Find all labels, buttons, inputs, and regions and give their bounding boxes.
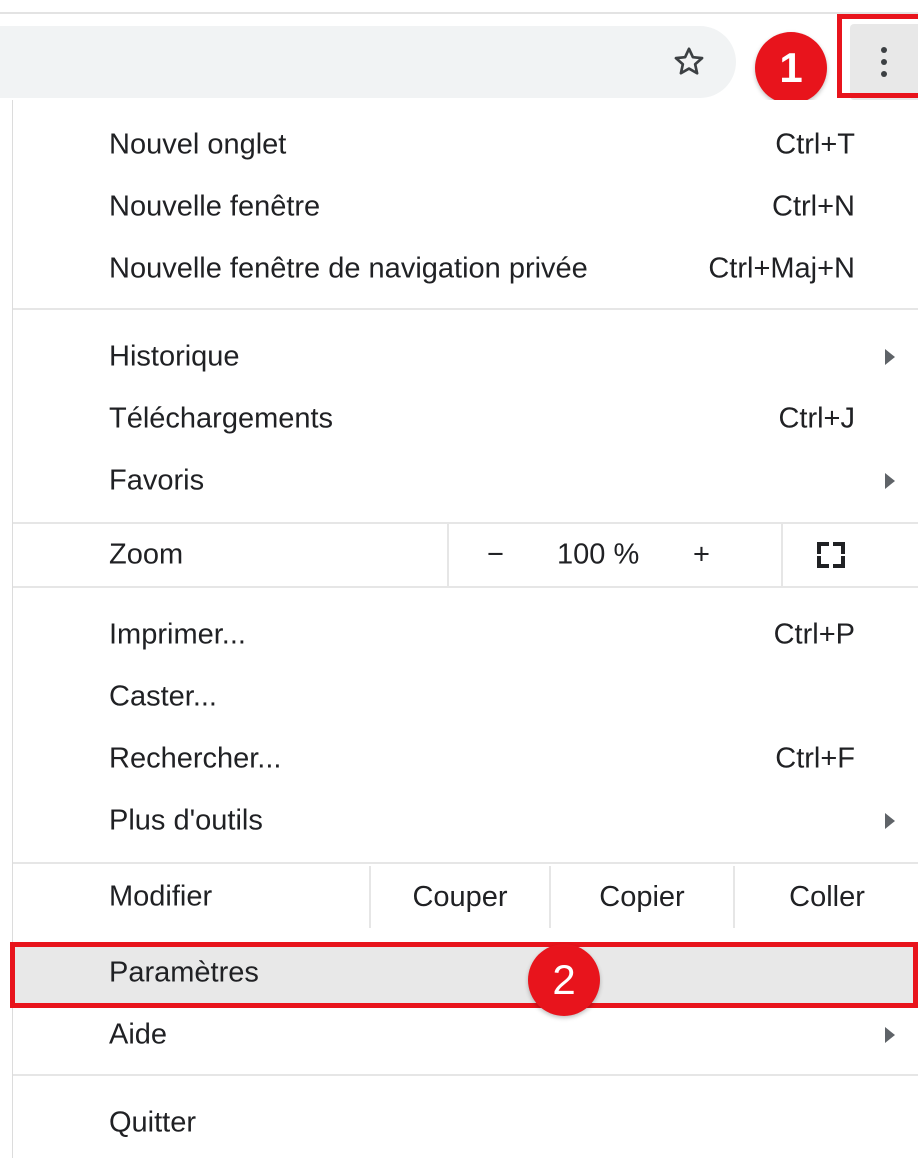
cut-button-label: Couper (412, 880, 508, 913)
annotation-highlight-menu-button (837, 14, 918, 98)
zoom-in-button[interactable]: + (693, 539, 710, 572)
menu-item-incognito-window[interactable]: Nouvelle fenêtre de navigation privée Ct… (13, 238, 918, 300)
menu-item-label: Nouvelle fenêtre (109, 190, 321, 223)
menu-item-label: Caster... (109, 680, 217, 713)
menu-separator (13, 586, 918, 588)
menu-item-new-window[interactable]: Nouvelle fenêtre Ctrl+N (13, 176, 918, 238)
submenu-arrow-icon (885, 473, 895, 489)
star-outline-icon[interactable] (667, 40, 711, 84)
menu-item-label: Nouvel onglet (109, 128, 287, 161)
address-bar[interactable] (0, 26, 736, 98)
zoom-divider (781, 524, 783, 586)
menu-item-more-tools[interactable]: Plus d'outils (13, 790, 918, 852)
menu-separator (13, 862, 918, 864)
menu-item-label: Favoris (109, 464, 205, 497)
menu-separator (13, 308, 918, 310)
menu-item-label: Imprimer... (109, 618, 246, 651)
menu-item-shortcut: Ctrl+Maj+N (708, 252, 855, 285)
edit-label: Modifier (109, 880, 213, 913)
copy-button-label: Copier (599, 880, 685, 913)
menu-item-new-tab[interactable]: Nouvel onglet Ctrl+T (13, 114, 918, 176)
toolbar-top-border (0, 12, 918, 14)
menu-item-label: Quitter (109, 1106, 197, 1139)
menu-separator (13, 1074, 918, 1076)
submenu-arrow-icon (885, 813, 895, 829)
zoom-out-button[interactable]: − (487, 539, 504, 572)
menu-item-shortcut: Ctrl+J (778, 402, 855, 435)
fullscreen-icon[interactable] (817, 542, 845, 568)
annotation-badge-2: 2 (528, 944, 600, 1016)
submenu-arrow-icon (885, 1027, 895, 1043)
cut-button[interactable]: Couper (371, 866, 549, 928)
paste-button[interactable]: Coller (735, 866, 918, 928)
menu-item-history[interactable]: Historique (13, 326, 918, 388)
menu-item-quit[interactable]: Quitter (13, 1092, 918, 1154)
zoom-label: Zoom (109, 538, 184, 571)
menu-item-find[interactable]: Rechercher... Ctrl+F (13, 728, 918, 790)
menu-item-label: Téléchargements (109, 402, 334, 435)
menu-item-bookmarks[interactable]: Favoris (13, 450, 918, 512)
menu-item-shortcut: Ctrl+T (775, 128, 855, 161)
menu-item-print[interactable]: Imprimer... Ctrl+P (13, 604, 918, 666)
menu-item-label: Nouvelle fenêtre de navigation privée (109, 252, 588, 285)
zoom-divider (447, 524, 449, 586)
menu-item-cast[interactable]: Caster... (13, 666, 918, 728)
menu-item-downloads[interactable]: Téléchargements Ctrl+J (13, 388, 918, 450)
menu-item-label: Aide (109, 1018, 168, 1051)
menu-item-shortcut: Ctrl+N (772, 190, 855, 223)
menu-item-help[interactable]: Aide (13, 1004, 918, 1066)
menu-item-label: Plus d'outils (109, 804, 263, 837)
submenu-arrow-icon (885, 349, 895, 365)
annotation-badge-1: 1 (755, 32, 827, 104)
annotation-highlight-settings (10, 942, 918, 1008)
menu-row-zoom: Zoom − 100 % + (13, 524, 918, 586)
menu-item-label: Rechercher... (109, 742, 282, 775)
paste-button-label: Coller (789, 880, 865, 913)
menu-item-shortcut: Ctrl+F (775, 742, 855, 775)
copy-button[interactable]: Copier (551, 866, 733, 928)
zoom-level: 100 % (557, 538, 640, 571)
menu-row-edit: Modifier Couper Copier Coller (13, 866, 918, 928)
menu-item-label: Historique (109, 340, 240, 373)
menu-item-shortcut: Ctrl+P (773, 618, 855, 651)
